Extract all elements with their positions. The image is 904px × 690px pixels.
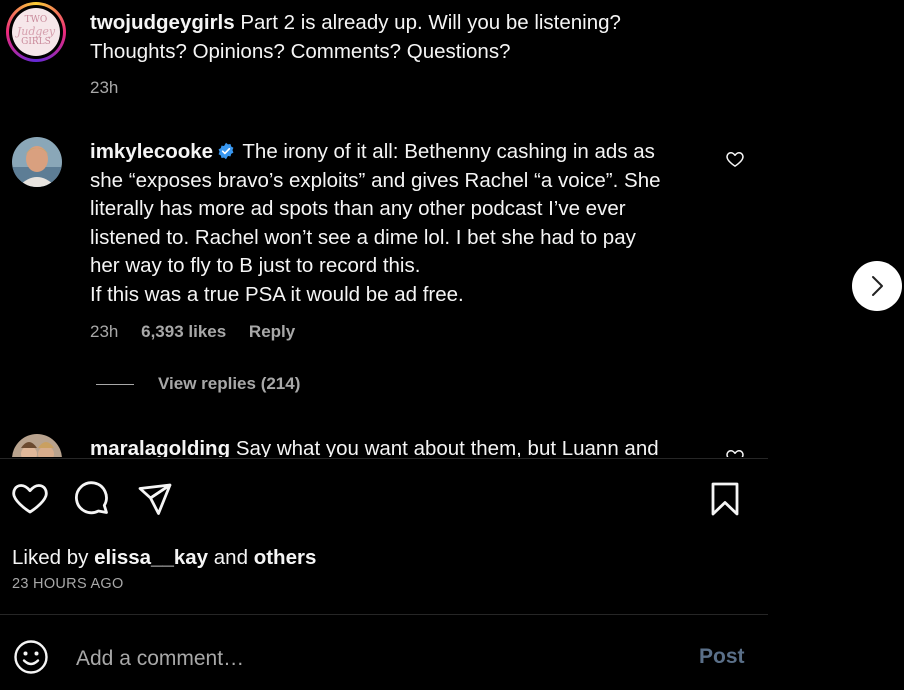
comment-line: her way to fly to B just to record this. bbox=[90, 254, 421, 277]
comment-text: maralagolding Say what you want about th… bbox=[90, 435, 700, 457]
avatar[interactable] bbox=[12, 137, 62, 187]
reply-button[interactable]: Reply bbox=[249, 322, 295, 341]
add-comment-row: Post bbox=[0, 618, 768, 690]
comment-likes[interactable]: 6,393 likes bbox=[141, 322, 226, 341]
comment-like-heart-icon[interactable] bbox=[725, 149, 745, 169]
comment-text: twojudgeygirls Part 2 is already up. Wil… bbox=[90, 9, 700, 66]
comment-line: literally has more ad spots than any oth… bbox=[90, 197, 626, 220]
view-replies-button[interactable]: View replies (214) bbox=[96, 374, 300, 394]
liked-by-user-link[interactable]: elissa__kay bbox=[94, 546, 208, 569]
comment-username[interactable]: twojudgeygirls bbox=[90, 11, 235, 34]
comment-body: Say what you want about them, but Luann … bbox=[235, 437, 659, 457]
avatar: TWO Judgey GIRLS bbox=[12, 8, 60, 56]
next-post-button[interactable] bbox=[852, 261, 902, 311]
avatar[interactable] bbox=[12, 434, 62, 457]
post-actions-bar bbox=[0, 480, 768, 520]
comment-icon[interactable] bbox=[73, 480, 111, 518]
divider bbox=[0, 614, 768, 615]
comments-list: TWO Judgey GIRLS twojudgeygirls Part 2 i… bbox=[0, 0, 768, 457]
liked-by-others-link[interactable]: others bbox=[254, 546, 317, 569]
emoji-icon[interactable] bbox=[13, 639, 49, 675]
comment-meta: 23h 6,393 likes Reply bbox=[90, 322, 313, 342]
comment-line: listened to. Rachel won’t see a dime lol… bbox=[90, 225, 636, 249]
bookmark-icon[interactable] bbox=[706, 480, 744, 518]
post-comments-panel: TWO Judgey GIRLS twojudgeygirls Part 2 i… bbox=[0, 0, 768, 690]
comment-text: imkylecooke The irony of it all: Bethenn… bbox=[90, 138, 700, 309]
comment-like-heart-icon[interactable] bbox=[725, 447, 745, 457]
share-icon[interactable] bbox=[136, 480, 174, 518]
comment-username[interactable]: maralagolding bbox=[90, 437, 230, 457]
comment-line: The irony of it all: Bethenny cashing in… bbox=[242, 140, 655, 163]
comment-line: she “exposes bravo’s exploits” and gives… bbox=[90, 168, 661, 192]
liked-by-summary: Liked by elissa__kay and others bbox=[12, 546, 317, 569]
post-comment-button[interactable]: Post bbox=[699, 645, 745, 669]
comment-time[interactable]: 23h bbox=[90, 322, 118, 341]
comment-line: If this was a true PSA it would be ad fr… bbox=[90, 282, 464, 306]
like-heart-icon[interactable] bbox=[11, 480, 49, 518]
story-avatar-ring[interactable]: TWO Judgey GIRLS bbox=[6, 2, 66, 62]
replies-line bbox=[96, 384, 134, 386]
post-timestamp[interactable]: 23 HOURS AGO bbox=[12, 576, 124, 592]
verified-badge-icon bbox=[217, 140, 235, 160]
add-comment-input[interactable] bbox=[74, 642, 658, 676]
divider bbox=[0, 458, 768, 459]
comment-time[interactable]: 23h bbox=[90, 78, 118, 97]
chevron-right-icon bbox=[872, 276, 883, 296]
comment-meta: 23h bbox=[90, 78, 136, 98]
comment-username[interactable]: imkylecooke bbox=[90, 140, 213, 163]
